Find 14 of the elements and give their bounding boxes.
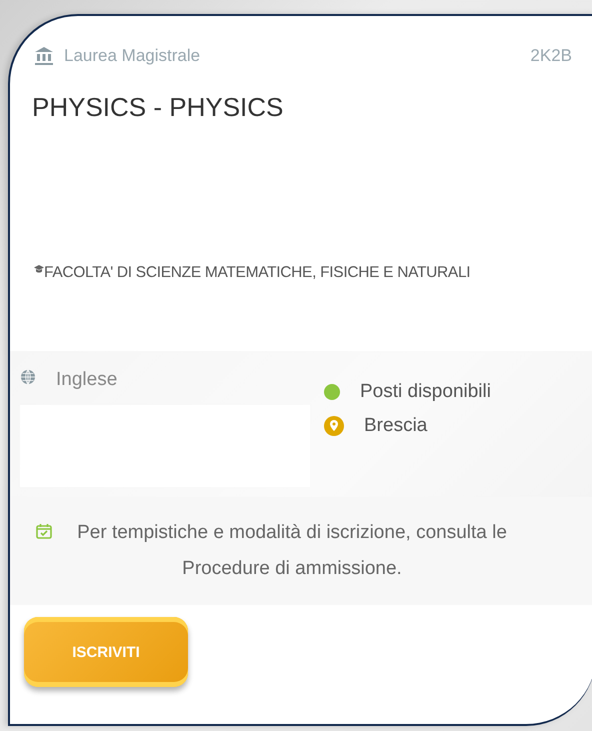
course-code: 2K2B [530,46,572,66]
degree-type: Laurea Magistrale [64,46,202,66]
enroll-button[interactable]: ISCRIVITI [24,617,188,687]
graduation-cap-icon [34,265,44,273]
language: Inglese [56,369,118,391]
course-title: PHYSICS - PHYSICS [31,91,284,123]
location: Brescia [364,415,428,437]
building-icon [34,46,54,66]
location-pin-icon [324,416,344,436]
availability-status: Posti disponibili [360,381,491,403]
faculty-name: FACOLTA' DI SCIENZE MATEMATICHE, FISICHE E NATURALI [44,263,470,283]
globe-icon [20,369,36,385]
enrollment-note: Per tempistiche e modalità di iscrizione, consulta le Procedure di ammissione. [76,521,508,581]
calendar-check-icon [36,523,52,539]
